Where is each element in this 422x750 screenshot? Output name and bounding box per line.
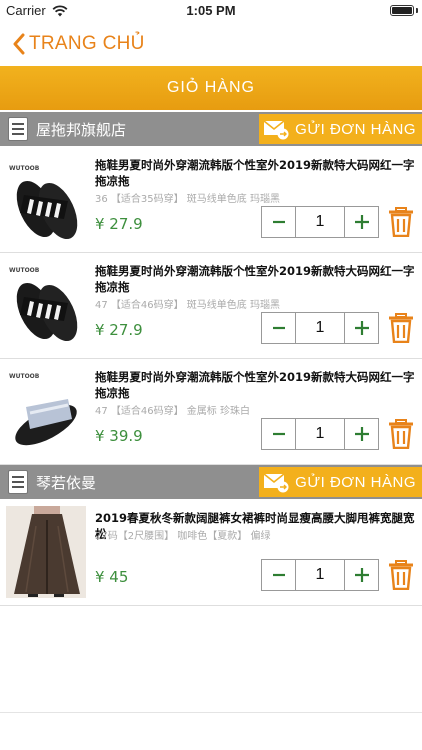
increase-button[interactable] [344,560,378,590]
quantity-stepper: 1 [261,206,379,238]
product-price: ¥ 27.9 [95,215,143,233]
product-brand: WUTOOB [9,267,40,274]
quantity-value[interactable]: 1 [296,313,344,343]
increase-button[interactable] [344,419,378,449]
store-name: 琴若依曼 [36,473,97,492]
trash-icon[interactable] [388,560,414,590]
cart-item: WUTOOB 拖鞋男夏时尚外穿潮流韩版个性室外2019新款特大码网红一字拖凉拖 … [0,147,422,253]
cart-title: GIỎ HÀNG [166,79,255,96]
status-bar: Carrier 1:05 PM [0,0,422,22]
mail-send-icon [263,120,289,140]
decrease-button[interactable] [262,419,296,449]
send-order-label: GỬI ĐƠN HÀNG [295,120,416,138]
quantity-stepper: 1 [261,559,379,591]
cart-item: WUTOOB 拖鞋男夏时尚外穿潮流韩版个性室外2019新款特大码网红一字拖凉拖 … [0,359,422,465]
quantity-value[interactable]: 1 [296,560,344,590]
product-image[interactable] [6,506,86,598]
store-header: 屋拖邦旗舰店 GỬI ĐƠN HÀNG [0,112,422,146]
list-icon [8,117,28,141]
minus-icon [272,220,285,224]
bottom-divider [0,712,422,713]
product-title: 拖鞋男夏时尚外穿潮流韩版个性室外2019新款特大码网红一字拖凉拖 [95,370,415,400]
product-price: ¥ 27.9 [95,321,143,339]
mail-send-icon [263,473,289,493]
list-icon [8,470,28,494]
cart-item: 2019春夏秋冬新款阔腿裤女裙裤时尚显瘦高腰大脚甩裤宽腿宽松 27码【2尺腰围】… [0,500,422,606]
quantity-stepper: 1 [261,312,379,344]
decrease-button[interactable] [262,207,296,237]
back-button[interactable]: TRANG CHỦ [12,33,145,55]
store-header: 琴若依曼 GỬI ĐƠN HÀNG [0,465,422,499]
send-order-label: GỬI ĐƠN HÀNG [295,473,416,491]
status-time: 1:05 PM [186,3,236,18]
quantity-value[interactable]: 1 [296,207,344,237]
product-brand: WUTOOB [9,373,40,380]
product-spec: 47 【适合46码穿】 金属标 珍珠白 [95,406,250,417]
increase-button[interactable] [344,313,378,343]
store-name: 屋拖邦旗舰店 [36,120,127,139]
battery-icon [390,5,414,16]
cart-header: GIỎ HÀNG [0,66,422,110]
minus-icon [272,326,285,330]
trash-icon[interactable] [388,207,414,237]
decrease-button[interactable] [262,560,296,590]
product-price: ¥ 39.9 [95,427,143,445]
minus-icon [272,573,285,577]
send-order-button[interactable]: GỬI ĐƠN HÀNG [259,114,422,144]
quantity-value[interactable]: 1 [296,419,344,449]
nav-bar: TRANG CHỦ [0,22,422,66]
back-label: TRANG CHỦ [29,33,145,54]
quantity-stepper: 1 [261,418,379,450]
product-spec: 36 【适合35码穿】 斑马线单色底 玛瑙黑 [95,194,280,205]
product-title: 拖鞋男夏时尚外穿潮流韩版个性室外2019新款特大码网红一字拖凉拖 [95,264,415,294]
decrease-button[interactable] [262,313,296,343]
product-price: ¥ 45 [95,568,129,586]
product-image[interactable]: WUTOOB [6,263,86,349]
minus-icon [272,432,285,436]
plus-icon [354,321,369,335]
product-image[interactable]: WUTOOB [6,369,86,455]
product-title: 拖鞋男夏时尚外穿潮流韩版个性室外2019新款特大码网红一字拖凉拖 [95,158,415,188]
send-order-button[interactable]: GỬI ĐƠN HÀNG [259,467,422,497]
battery-cap [416,8,418,13]
product-image[interactable]: WUTOOB [6,161,86,247]
increase-button[interactable] [344,207,378,237]
product-brand: WUTOOB [9,165,40,172]
chevron-left-icon [13,33,25,55]
trash-icon[interactable] [388,419,414,449]
product-spec: 27码【2尺腰围】 咖啡色【夏款】 偏绿 [95,531,271,542]
plus-icon [354,215,369,229]
trash-icon[interactable] [388,313,414,343]
plus-icon [354,427,369,441]
plus-icon [354,568,369,582]
cart-item: WUTOOB 拖鞋男夏时尚外穿潮流韩版个性室外2019新款特大码网红一字拖凉拖 … [0,253,422,359]
product-spec: 47 【适合46码穿】 斑马线单色底 玛瑙黑 [95,300,280,311]
